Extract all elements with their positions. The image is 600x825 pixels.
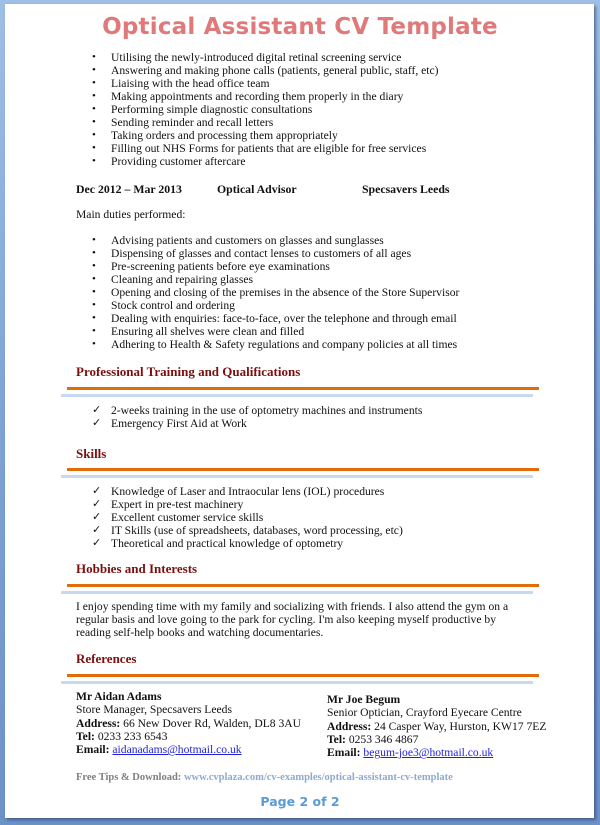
check-icon: ✓ xyxy=(92,417,102,429)
check-icon: ✓ xyxy=(92,511,102,523)
section-heading-references: References xyxy=(76,651,137,666)
check-icon: ✓ xyxy=(92,537,102,549)
reference-card: Mr Joe Begum Senior Optician, Crayford E… xyxy=(327,693,546,759)
section-rule-blue xyxy=(61,394,533,397)
reference-address: 66 New Dover Rd, Walden, DL8 3AU xyxy=(123,716,302,730)
reference-address: 24 Casper Way, Hurston, KW17 7EZ xyxy=(374,719,547,733)
bullet-icon: • xyxy=(92,129,96,141)
duties-intro: Main duties performed: xyxy=(76,208,186,221)
section-rule-orange xyxy=(67,468,539,471)
section-heading-skills: Skills xyxy=(76,446,107,461)
job-dates: Dec 2012 – Mar 2013 xyxy=(76,182,182,196)
section-heading-hobbies: Hobbies and Interests xyxy=(76,561,198,576)
hobbies-line: reading self-help books and watching doc… xyxy=(76,626,324,639)
bullet-icon: • xyxy=(92,338,96,350)
hobbies-paragraph: I enjoy spending time with my family and… xyxy=(76,600,516,639)
bullet-icon: • xyxy=(92,64,96,76)
tel-label: Tel: xyxy=(76,729,95,743)
bullet-icon: • xyxy=(92,77,96,89)
reference-role: Senior Optician, Crayford Eyecare Centre xyxy=(327,706,522,720)
footer-tips: Free Tips & Download: www.cvplaza.com/cv… xyxy=(76,772,453,783)
check-icon: ✓ xyxy=(92,524,102,536)
job-employer: Specsavers Leeds xyxy=(362,182,450,196)
bullet-icon: • xyxy=(92,286,96,298)
reference-email-link[interactable]: aidanadams@hotmail.co.uk xyxy=(112,743,241,756)
hobbies-line: regular basis and love going to the park… xyxy=(76,613,496,626)
footer-url-link[interactable]: www.cvplaza.com/cv-examples/optical-assi… xyxy=(184,772,453,783)
check-icon: ✓ xyxy=(92,498,102,510)
reference-card: Mr Aidan Adams Store Manager, Specsavers… xyxy=(76,690,301,756)
reference-name: Mr Joe Begum xyxy=(327,693,401,706)
check-icon: ✓ xyxy=(92,404,102,416)
bullet-icon: • xyxy=(92,260,96,272)
reference-email-link[interactable]: begum-joe3@hotmail.co.uk xyxy=(363,746,493,759)
bullet-icon: • xyxy=(92,51,96,63)
section-rule-orange xyxy=(67,584,539,587)
bullet-icon: • xyxy=(92,155,96,167)
reference-role: Store Manager, Specsavers Leeds xyxy=(76,703,232,717)
page-number: Page 2 of 2 xyxy=(260,794,340,809)
section-rule-orange xyxy=(67,674,539,677)
reference-tel: 0233 233 6543 xyxy=(97,729,168,743)
bullet-icon: • xyxy=(92,234,96,246)
bullet-icon: • xyxy=(92,116,96,128)
bullet-icon: • xyxy=(92,312,96,324)
section-rule-orange xyxy=(67,387,539,390)
address-label: Address: xyxy=(327,719,372,733)
bullet-icon: • xyxy=(92,325,96,337)
footer-tips-label: Free Tips & Download: xyxy=(76,772,182,783)
bullet-icon: • xyxy=(92,273,96,285)
bullet-icon: • xyxy=(92,247,96,259)
job-position: Optical Advisor xyxy=(217,182,297,196)
bullet-icon: • xyxy=(92,90,96,102)
tel-label: Tel: xyxy=(327,732,346,746)
hobbies-line: I enjoy spending time with my family and… xyxy=(76,600,509,613)
section-heading-training: Professional Training and Qualifications xyxy=(76,364,301,379)
document-title: Optical Assistant CV Template xyxy=(102,14,498,40)
reference-name: Mr Aidan Adams xyxy=(76,690,162,703)
bullet-icon: • xyxy=(92,299,96,311)
address-label: Address: xyxy=(76,716,121,730)
check-icon: ✓ xyxy=(92,485,102,497)
email-label: Email: xyxy=(76,743,110,757)
section-rule-blue xyxy=(61,681,533,684)
bullet-icon: • xyxy=(92,142,96,154)
section-rule-blue xyxy=(61,591,533,594)
section-rule-blue xyxy=(61,475,533,478)
bullet-icon: • xyxy=(92,103,96,115)
email-label: Email: xyxy=(327,746,361,760)
reference-tel: 0253 346 4867 xyxy=(348,732,419,746)
